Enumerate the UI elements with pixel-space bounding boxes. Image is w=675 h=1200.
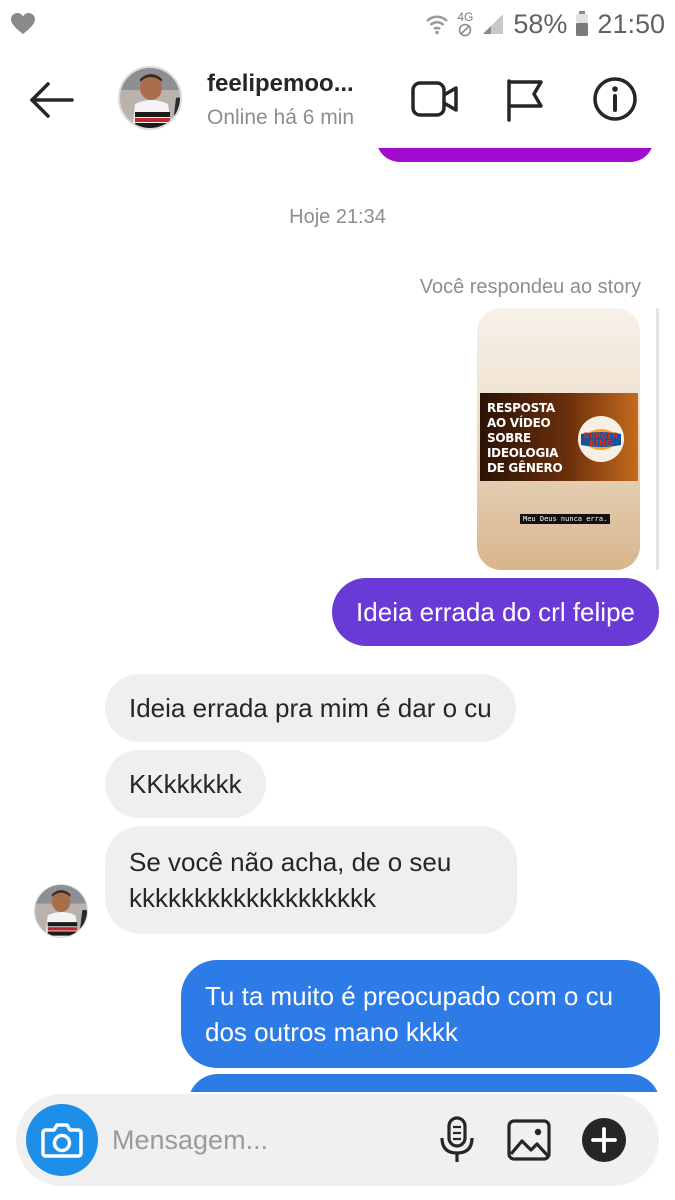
previous-message-bubble[interactable] (376, 148, 654, 162)
microphone-icon (440, 1116, 474, 1162)
avatar[interactable] (118, 66, 182, 130)
burger-king-logo: BURGER KING (578, 416, 624, 462)
story-video-thumbnail: RESPOSTA AO VÍDEO SOBRE IDEOLOGIA DE GÊN… (480, 393, 638, 481)
message-thread[interactable]: Hoje 21:34 Você respondeu ao story RESPO… (0, 148, 675, 1092)
no-data-icon (459, 23, 472, 37)
heart-icon (11, 13, 35, 34)
story-caption: Meu Deus nunca erra. (520, 514, 611, 524)
voice-message-button[interactable] (432, 1114, 482, 1166)
message-bubble-incoming[interactable]: KKkkkkkk (105, 750, 266, 818)
story-preview[interactable]: RESPOSTA AO VÍDEO SOBRE IDEOLOGIA DE GÊN… (477, 308, 640, 570)
message-bubble-outgoing[interactable]: Ideia errada do crl felipe (332, 578, 659, 646)
camera-button[interactable] (26, 1104, 98, 1176)
message-bubble-outgoing-partial[interactable] (188, 1074, 660, 1092)
report-button[interactable] (500, 74, 550, 124)
clock: 21:50 (597, 8, 665, 39)
message-bubble-incoming[interactable]: Se você não acha, de o seu kkkkkkkkkkkkk… (105, 826, 517, 934)
message-bubble-incoming[interactable]: Ideia errada pra mim é dar o cu (105, 674, 516, 742)
back-button[interactable] (26, 78, 78, 122)
network-indicator: 4G (457, 11, 473, 37)
signal-icon (483, 14, 504, 34)
scrollbar[interactable] (656, 308, 659, 570)
story-reply-note: Você respondeu ao story (419, 276, 641, 298)
back-arrow-icon (30, 82, 74, 118)
add-icon (582, 1118, 626, 1162)
story-video-text: RESPOSTA AO VÍDEO SOBRE IDEOLOGIA DE GÊN… (487, 401, 563, 475)
sender-avatar[interactable] (34, 884, 88, 938)
presence-status: Online há 6 min (207, 106, 355, 129)
gallery-icon (507, 1119, 551, 1161)
battery-percent: 58% (513, 8, 568, 39)
date-separator: Hoje 21:34 (289, 206, 386, 228)
camera-icon (41, 1123, 83, 1158)
burger-king-logo-bottom: KING (589, 439, 613, 449)
sender-profile-photo (35, 885, 87, 937)
profile-photo (120, 68, 180, 128)
message-composer (16, 1094, 659, 1186)
gallery-button[interactable] (504, 1114, 554, 1166)
video-call-button[interactable] (410, 74, 460, 124)
status-indicators: 4G 58% 21:50 (425, 4, 665, 44)
wifi-icon (426, 15, 449, 35)
status-bar: 4G 58% 21:50 (0, 0, 675, 48)
thread-header: feelipemoo... Online há 6 min (0, 48, 675, 148)
more-options-button[interactable] (579, 1114, 629, 1166)
flag-icon (507, 79, 543, 122)
thread-username[interactable]: feelipemoo... (207, 70, 354, 98)
network-type: 4G (457, 10, 474, 24)
message-bubble-outgoing[interactable]: Tu ta muito é preocupado com o cu dos ou… (181, 960, 660, 1068)
video-camera-icon (411, 81, 458, 117)
info-button[interactable] (590, 74, 640, 124)
battery-icon (576, 11, 589, 36)
info-icon (593, 77, 637, 121)
message-input[interactable] (112, 1114, 422, 1166)
